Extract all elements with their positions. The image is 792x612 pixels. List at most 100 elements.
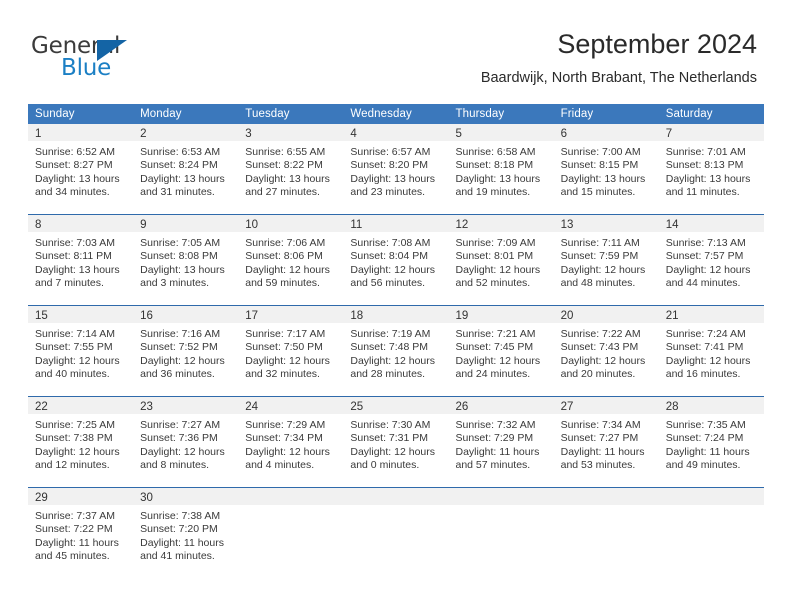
day-number: 9	[140, 219, 147, 231]
day-number-band: 3	[238, 124, 344, 141]
day-cell[interactable]: 29 Sunrise: 7:37 AM Sunset: 7:22 PM Dayl…	[28, 488, 134, 576]
calendar-page: General Blue September 2024 Baardwijk, N…	[0, 0, 792, 612]
day-sun-info: Sunrise: 7:11 AM Sunset: 7:59 PM Dayligh…	[560, 237, 646, 290]
weekday-header-tuesday: Tuesday	[245, 108, 290, 120]
day-number-band: 22	[28, 397, 134, 414]
day-cell[interactable]: 13 Sunrise: 7:11 AM Sunset: 7:59 PM Dayl…	[553, 215, 659, 305]
weekday-header-thursday: Thursday	[455, 108, 505, 120]
day-sun-info	[554, 505, 659, 510]
day-number-band: 7	[658, 124, 764, 141]
day-cell[interactable]: 11 Sunrise: 7:08 AM Sunset: 8:04 PM Dayl…	[343, 215, 449, 305]
day-cell-empty	[238, 488, 344, 576]
day-number: 21	[665, 310, 679, 322]
day-number: 15	[35, 310, 48, 322]
day-cell[interactable]: 6 Sunrise: 7:00 AM Sunset: 8:15 PM Dayli…	[553, 124, 659, 214]
day-number-band: 19	[448, 306, 554, 323]
day-cell[interactable]: 14 Sunrise: 7:13 AM Sunset: 7:57 PM Dayl…	[658, 215, 764, 305]
day-sun-info: Sunrise: 7:09 AM Sunset: 8:01 PM Dayligh…	[455, 237, 541, 290]
day-sun-info: Sunrise: 7:01 AM Sunset: 8:13 PM Dayligh…	[665, 146, 751, 199]
day-number: 28	[665, 401, 679, 413]
day-cell[interactable]: 9 Sunrise: 7:05 AM Sunset: 8:08 PM Dayli…	[133, 215, 239, 305]
day-number-band: 18	[343, 306, 449, 323]
day-sun-info: Sunrise: 7:06 AM Sunset: 8:06 PM Dayligh…	[245, 237, 330, 290]
weekday-header-monday: Monday	[140, 108, 182, 120]
day-cell[interactable]: 22 Sunrise: 7:25 AM Sunset: 7:38 PM Dayl…	[28, 397, 134, 487]
day-number-band	[658, 488, 764, 505]
day-cell[interactable]: 15 Sunrise: 7:14 AM Sunset: 7:55 PM Dayl…	[28, 306, 134, 396]
day-cell[interactable]: 17 Sunrise: 7:17 AM Sunset: 7:50 PM Dayl…	[238, 306, 344, 396]
general-blue-logo[interactable]: General Blue	[31, 33, 201, 83]
day-sun-info: Sunrise: 6:57 AM Sunset: 8:20 PM Dayligh…	[350, 146, 436, 199]
day-sun-info: Sunrise: 7:27 AM Sunset: 7:36 PM Dayligh…	[140, 419, 225, 472]
day-cell[interactable]: 20 Sunrise: 7:22 AM Sunset: 7:43 PM Dayl…	[553, 306, 659, 396]
day-number-band: 10	[238, 215, 344, 232]
day-cell[interactable]: 4 Sunrise: 6:57 AM Sunset: 8:20 PM Dayli…	[343, 124, 449, 214]
day-number-band: 1	[28, 124, 134, 141]
day-cell[interactable]: 12 Sunrise: 7:09 AM Sunset: 8:01 PM Dayl…	[448, 215, 554, 305]
day-cell[interactable]: 16 Sunrise: 7:16 AM Sunset: 7:52 PM Dayl…	[133, 306, 239, 396]
weekday-header-sunday: Sunday	[35, 108, 75, 120]
day-cell[interactable]: 25 Sunrise: 7:30 AM Sunset: 7:31 PM Dayl…	[343, 397, 449, 487]
day-number: 16	[140, 310, 153, 322]
day-cell[interactable]: 8 Sunrise: 7:03 AM Sunset: 8:11 PM Dayli…	[28, 215, 134, 305]
day-number: 25	[350, 401, 364, 413]
day-number: 8	[35, 219, 42, 231]
day-number-band: 11	[343, 215, 449, 232]
day-cell[interactable]: 18 Sunrise: 7:19 AM Sunset: 7:48 PM Dayl…	[343, 306, 449, 396]
day-number-band: 26	[448, 397, 554, 414]
day-number-band: 14	[658, 215, 764, 232]
day-number-band: 25	[343, 397, 449, 414]
day-number-band: 28	[658, 397, 764, 414]
day-number: 29	[35, 492, 48, 504]
day-cell[interactable]: 10 Sunrise: 7:06 AM Sunset: 8:06 PM Dayl…	[238, 215, 344, 305]
day-number: 17	[245, 310, 259, 322]
day-cell[interactable]: 7 Sunrise: 7:01 AM Sunset: 8:13 PM Dayli…	[658, 124, 764, 214]
day-cell[interactable]: 3 Sunrise: 6:55 AM Sunset: 8:22 PM Dayli…	[238, 124, 344, 214]
day-sun-info: Sunrise: 7:05 AM Sunset: 8:08 PM Dayligh…	[140, 237, 225, 290]
day-number: 13	[560, 219, 574, 231]
day-cell[interactable]: 27 Sunrise: 7:34 AM Sunset: 7:27 PM Dayl…	[553, 397, 659, 487]
day-number-band: 30	[133, 488, 239, 505]
day-cell-empty	[658, 488, 764, 576]
day-number: 23	[140, 401, 153, 413]
day-sun-info: Sunrise: 6:55 AM Sunset: 8:22 PM Dayligh…	[245, 146, 330, 199]
day-number: 19	[455, 310, 469, 322]
day-cell[interactable]: 21 Sunrise: 7:24 AM Sunset: 7:41 PM Dayl…	[658, 306, 764, 396]
day-sun-info	[659, 505, 764, 510]
day-number-band	[553, 488, 659, 505]
day-number: 30	[140, 492, 153, 504]
day-number: 5	[455, 128, 462, 140]
day-number: 26	[455, 401, 469, 413]
day-sun-info: Sunrise: 7:16 AM Sunset: 7:52 PM Dayligh…	[140, 328, 225, 381]
day-cell[interactable]: 19 Sunrise: 7:21 AM Sunset: 7:45 PM Dayl…	[448, 306, 554, 396]
day-cell[interactable]: 1 Sunrise: 6:52 AM Sunset: 8:27 PM Dayli…	[28, 124, 134, 214]
day-number: 20	[560, 310, 574, 322]
day-sun-info: Sunrise: 7:21 AM Sunset: 7:45 PM Dayligh…	[455, 328, 541, 381]
day-number-band	[238, 488, 344, 505]
day-number: 7	[665, 128, 673, 140]
day-sun-info: Sunrise: 7:37 AM Sunset: 7:22 PM Dayligh…	[35, 510, 119, 563]
week-row: 15 Sunrise: 7:14 AM Sunset: 7:55 PM Dayl…	[28, 305, 764, 396]
day-cell-empty	[553, 488, 659, 576]
day-cell[interactable]: 23 Sunrise: 7:27 AM Sunset: 7:36 PM Dayl…	[133, 397, 239, 487]
day-cell[interactable]: 26 Sunrise: 7:32 AM Sunset: 7:29 PM Dayl…	[448, 397, 554, 487]
day-sun-info: Sunrise: 7:22 AM Sunset: 7:43 PM Dayligh…	[560, 328, 646, 381]
day-cell[interactable]: 28 Sunrise: 7:35 AM Sunset: 7:24 PM Dayl…	[658, 397, 764, 487]
day-number-band: 6	[553, 124, 659, 141]
day-number-band: 13	[553, 215, 659, 232]
day-cell[interactable]: 24 Sunrise: 7:29 AM Sunset: 7:34 PM Dayl…	[238, 397, 344, 487]
weekday-header-saturday: Saturday	[665, 108, 713, 120]
day-sun-info: Sunrise: 7:19 AM Sunset: 7:48 PM Dayligh…	[350, 328, 436, 381]
day-cell[interactable]: 30 Sunrise: 7:38 AM Sunset: 7:20 PM Dayl…	[133, 488, 239, 576]
day-number-band: 20	[553, 306, 659, 323]
day-sun-info: Sunrise: 7:24 AM Sunset: 7:41 PM Dayligh…	[665, 328, 751, 381]
day-sun-info: Sunrise: 7:34 AM Sunset: 7:27 PM Dayligh…	[560, 419, 645, 472]
day-number: 24	[245, 401, 259, 413]
day-number-band: 2	[133, 124, 239, 141]
day-sun-info: Sunrise: 6:52 AM Sunset: 8:27 PM Dayligh…	[35, 146, 120, 199]
day-cell[interactable]: 2 Sunrise: 6:53 AM Sunset: 8:24 PM Dayli…	[133, 124, 239, 214]
week-row: 8 Sunrise: 7:03 AM Sunset: 8:11 PM Dayli…	[28, 214, 764, 305]
day-number-band: 9	[133, 215, 239, 232]
day-cell[interactable]: 5 Sunrise: 6:58 AM Sunset: 8:18 PM Dayli…	[448, 124, 554, 214]
day-number: 4	[350, 128, 357, 140]
